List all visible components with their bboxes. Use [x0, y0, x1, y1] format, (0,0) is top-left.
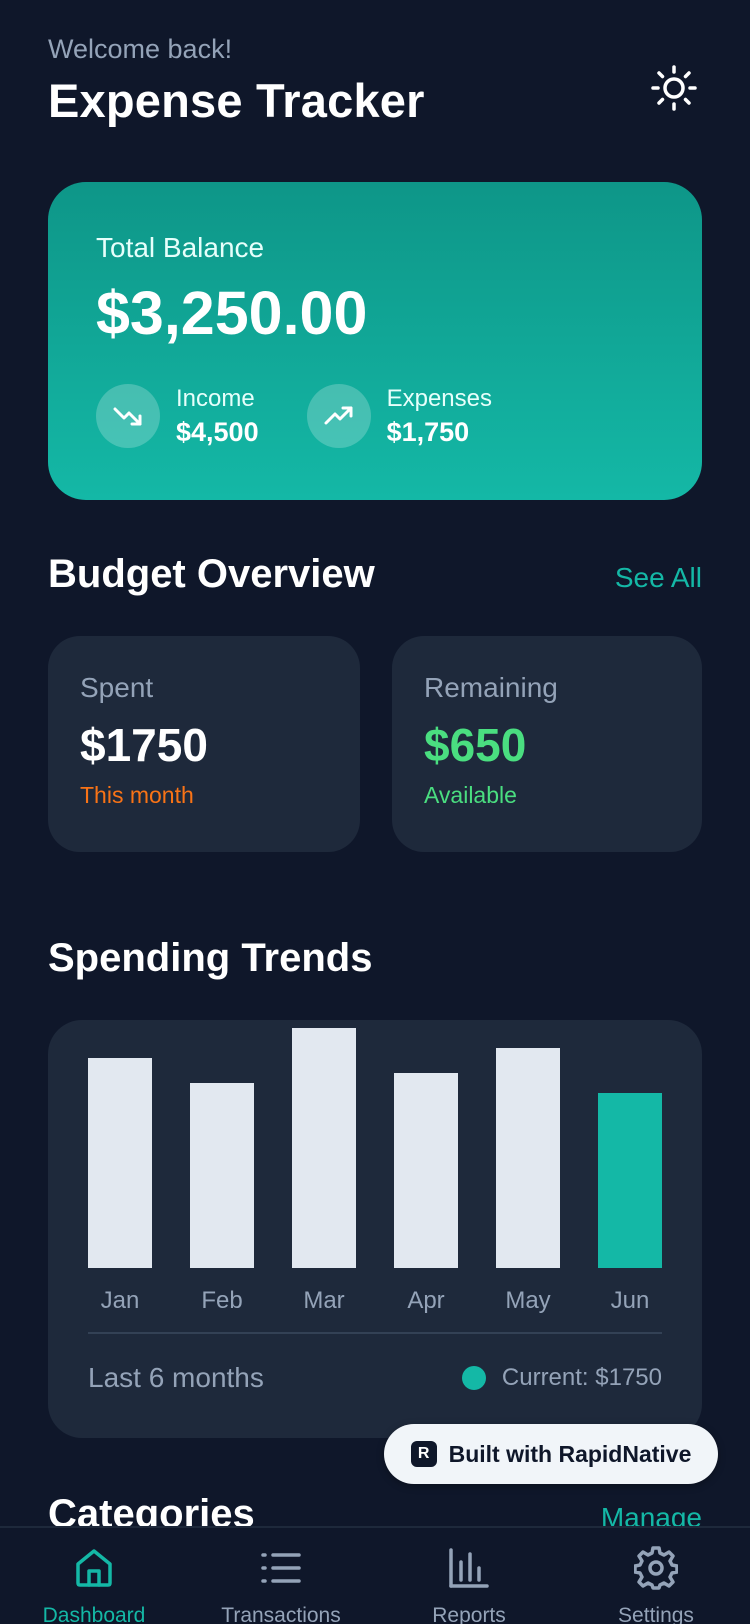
remaining-value: $650	[424, 719, 527, 771]
page-title: Expense Tracker	[48, 74, 425, 127]
tab-settings[interactable]: Settings	[562, 1546, 750, 1624]
spending-bar-chart: Jan Feb Mar Apr May Jun	[88, 1028, 662, 1314]
income-summary: Income $4,500	[96, 384, 259, 448]
spending-trends-card: Jan Feb Mar Apr May Jun Last 6 months Current…	[48, 1020, 702, 1438]
tab-reports[interactable]: Reports	[375, 1546, 563, 1624]
expenses-label: Expenses	[386, 384, 492, 412]
expenses-summary: Expenses $1,750	[306, 384, 492, 448]
trend-period-label: Last 6 months	[88, 1362, 264, 1393]
total-balance-label: Total Balance	[96, 232, 265, 263]
income-value: $4,500	[176, 416, 259, 447]
trend-footer: Last 6 months Current: $1750	[88, 1332, 662, 1394]
spent-label: Spent	[80, 672, 154, 703]
bar-apr	[394, 1073, 458, 1268]
total-balance-value: $3,250.00	[96, 279, 368, 347]
bar-mar	[292, 1028, 356, 1268]
x-tick-label: Mar	[303, 1287, 344, 1314]
bar-feb	[190, 1083, 254, 1268]
x-tick-label: May	[505, 1287, 550, 1314]
budget-overview-title: Budget Overview	[48, 552, 375, 596]
legend-text: Current: $1750	[501, 1364, 662, 1391]
x-tick-label: Jan	[101, 1287, 140, 1314]
tab-label: Reports	[432, 1604, 506, 1624]
x-tick-label: Feb	[201, 1287, 242, 1314]
income-label: Income	[176, 384, 255, 412]
remaining-card: Remaining $650 Available	[392, 636, 702, 852]
bar-may	[496, 1048, 560, 1268]
list-icon	[261, 1553, 301, 1583]
bottom-tab-bar: Dashboard Transactions Reports Settings	[0, 1526, 750, 1624]
spending-trends-title: Spending Trends	[48, 936, 373, 980]
expenses-value: $1,750	[386, 416, 470, 447]
header: Welcome back! Expense Tracker	[48, 34, 702, 134]
x-tick-label: Jun	[611, 1287, 650, 1314]
trending-down-icon	[96, 384, 160, 448]
sun-icon	[651, 65, 697, 111]
bar-chart-icon	[449, 1548, 489, 1588]
bar-jun	[598, 1093, 662, 1268]
legend-dot	[461, 1366, 486, 1390]
spent-value: $1750	[80, 719, 208, 771]
trending-up-icon	[306, 384, 371, 448]
tab-label: Settings	[618, 1604, 694, 1624]
rapidnative-logo-icon: R	[410, 1441, 437, 1467]
theme-toggle-button[interactable]	[646, 60, 702, 116]
balance-card: Total Balance $3,250.00 Income $4,500 Ex…	[48, 182, 702, 500]
home-icon	[76, 1549, 112, 1587]
tab-transactions[interactable]: Transactions	[187, 1546, 375, 1624]
remaining-label: Remaining	[424, 672, 558, 703]
built-with-badge[interactable]: R Built with RapidNative	[384, 1424, 718, 1484]
remaining-subtext: Available	[424, 782, 517, 808]
spent-card: Spent $1750 This month	[48, 636, 360, 852]
gear-icon	[634, 1546, 678, 1590]
budget-overview-header: Budget Overview See All	[48, 552, 702, 597]
chart-legend: Current: $1750	[461, 1364, 662, 1392]
spending-trends-header: Spending Trends	[48, 936, 702, 981]
tab-label: Dashboard	[42, 1604, 146, 1624]
badge-text: Built with RapidNative	[448, 1440, 692, 1467]
bar-jan	[88, 1058, 152, 1268]
welcome-text: Welcome back!	[48, 34, 233, 64]
tab-dashboard[interactable]: Dashboard	[0, 1546, 188, 1624]
tab-label: Transactions	[221, 1604, 341, 1624]
spent-subtext: This month	[80, 782, 194, 808]
x-tick-label: Apr	[407, 1287, 444, 1314]
see-all-link[interactable]: See All	[615, 562, 702, 594]
